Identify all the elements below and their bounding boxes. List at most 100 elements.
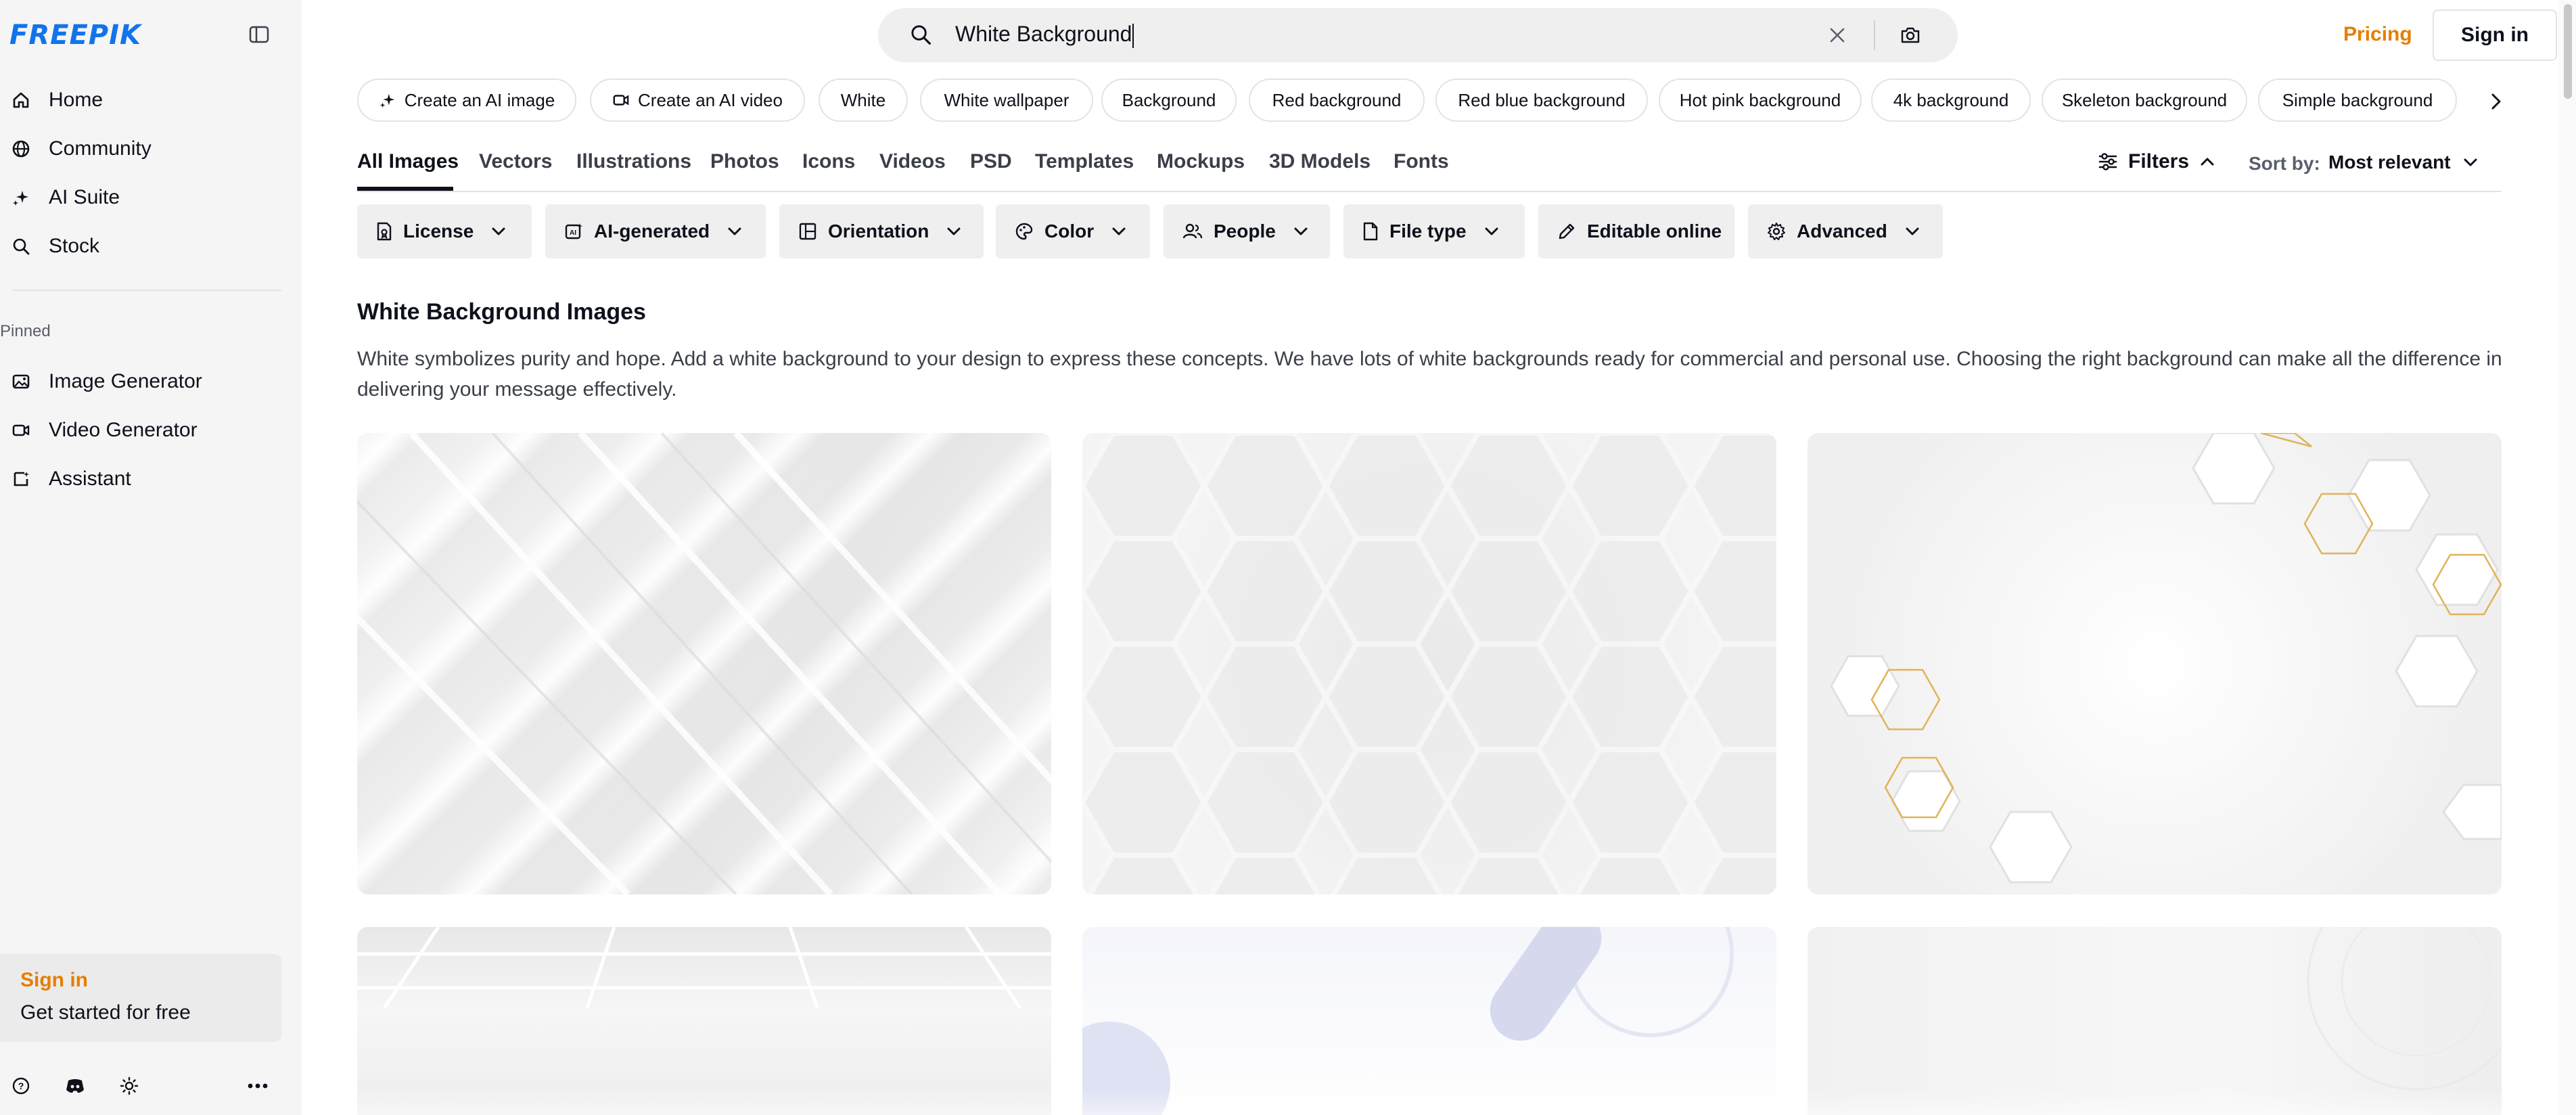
sidebar-item-image-generator[interactable]: Image Generator: [0, 361, 291, 402]
chip-hot-pink-background[interactable]: Hot pink background: [1659, 78, 1862, 122]
orientation-icon: [799, 223, 816, 240]
sign-in-button[interactable]: Sign in: [2433, 9, 2557, 61]
chip-skeleton-background[interactable]: Skeleton background: [2042, 78, 2247, 122]
tab-mockups[interactable]: Mockups: [1157, 150, 1245, 173]
chip-label: 4k background: [1893, 89, 2009, 110]
sidebar-signin-card[interactable]: Sign in Get started for free: [0, 954, 281, 1042]
more-icon[interactable]: [246, 1074, 269, 1097]
sidebar-item-community[interactable]: Community: [0, 129, 291, 169]
sidebar-toggle-button[interactable]: [245, 23, 273, 46]
sort-value: Most relevant: [2328, 152, 2451, 173]
signin-card-subtitle: Get started for free: [20, 1001, 191, 1024]
chip-background[interactable]: Background: [1101, 78, 1237, 122]
scrollbar-thumb[interactable]: [2564, 4, 2572, 99]
sidebar-item-assistant[interactable]: Assistant: [0, 459, 291, 499]
sidebar-item-label: AI Suite: [49, 186, 120, 208]
chip-label: Skeleton background: [2061, 89, 2228, 110]
soft-white-gradient-image: [2307, 927, 2502, 1091]
tab-icons[interactable]: Icons: [802, 150, 855, 173]
sidebar-item-ai-suite[interactable]: AI Suite: [0, 177, 291, 218]
hexagon-pattern-image: [1082, 433, 1776, 894]
filter-label: License: [403, 221, 474, 242]
chip-red-background[interactable]: Red background: [1249, 78, 1425, 122]
sidebar-item-video-generator[interactable]: Video Generator: [0, 410, 291, 451]
pencil-icon: [1559, 223, 1575, 240]
tab-all-images[interactable]: All Images: [357, 150, 459, 173]
assistant-icon: [9, 468, 32, 491]
image-card[interactable]: [1808, 927, 2502, 1115]
pinned-label: Pinned: [0, 322, 51, 340]
tab-fonts[interactable]: Fonts: [1394, 150, 1449, 173]
filter-editable-online[interactable]: Editable online: [1538, 204, 1734, 258]
page-title: White Background Images: [357, 299, 646, 325]
image-card[interactable]: [1808, 433, 2502, 894]
clear-search-icon[interactable]: [1825, 23, 1849, 47]
svg-text:AI: AI: [570, 229, 576, 237]
chevron-right-icon[interactable]: [2483, 88, 2510, 115]
tab-psd[interactable]: PSD: [970, 150, 1012, 173]
sidebar-item-stock[interactable]: Stock: [0, 226, 291, 267]
image-card[interactable]: [1082, 433, 1776, 894]
tab-illustrations[interactable]: Illustrations: [576, 150, 691, 173]
sort-dropdown[interactable]: Most relevant: [2328, 152, 2478, 173]
chip-label: White: [840, 89, 886, 110]
sun-icon[interactable]: [118, 1074, 141, 1097]
gold-hexagon-image: [1830, 433, 2502, 884]
tab-3d-models[interactable]: 3D Models: [1269, 150, 1371, 173]
chip-4k-background[interactable]: 4k background: [1871, 78, 2031, 122]
tab-templates[interactable]: Templates: [1035, 150, 1134, 173]
sidebar-panel-icon: [249, 26, 269, 43]
filter-label: File type: [1389, 221, 1467, 242]
filter-label: Advanced: [1797, 221, 1887, 242]
chip-create-ai-video[interactable]: Create an AI video: [590, 78, 805, 122]
sidebar-footer: ?: [0, 1069, 284, 1103]
filter-color[interactable]: Color: [996, 204, 1150, 258]
sparkle-icon: [380, 93, 394, 108]
sidebar-item-label: Video Generator: [49, 419, 198, 441]
chevron-down-icon: [2464, 158, 2477, 166]
license-icon: [377, 222, 392, 241]
tab-vectors[interactable]: Vectors: [479, 150, 552, 173]
chip-simple-background[interactable]: Simple background: [2258, 78, 2457, 122]
image-card[interactable]: [357, 433, 1051, 894]
chevron-down-icon: [947, 227, 961, 235]
search-input[interactable]: White Background: [955, 22, 1134, 48]
text-caret: [1132, 23, 1134, 48]
chip-label: Red background: [1272, 89, 1402, 110]
sidebar-item-home[interactable]: Home: [0, 80, 291, 120]
chip-white[interactable]: White: [819, 78, 908, 122]
chip-label: Red blue background: [1458, 89, 1626, 110]
chip-label: Background: [1122, 89, 1216, 110]
help-icon[interactable]: ?: [9, 1074, 32, 1097]
filter-file-type[interactable]: File type: [1343, 204, 1525, 258]
filter-label: Orientation: [828, 221, 929, 242]
tab-videos[interactable]: Videos: [879, 150, 946, 173]
filters-button[interactable]: Filters: [2098, 150, 2215, 173]
filter-people[interactable]: People: [1164, 204, 1330, 258]
page-scrollbar[interactable]: [2558, 0, 2576, 1115]
chip-red-blue-background[interactable]: Red blue background: [1435, 78, 1648, 122]
discord-icon[interactable]: [64, 1074, 87, 1097]
freepik-logo[interactable]: FREEPIK: [9, 20, 141, 51]
chip-white-wallpaper[interactable]: White wallpaper: [920, 78, 1093, 122]
logo-text: FREEPIK: [9, 20, 141, 51]
page-description: White symbolizes purity and hope. Add a …: [357, 348, 2502, 401]
filter-label: Color: [1044, 221, 1095, 242]
filter-orientation[interactable]: Orientation: [779, 204, 984, 258]
camera-icon[interactable]: [1898, 23, 1923, 47]
palette-icon: [1015, 223, 1033, 240]
filter-advanced[interactable]: Advanced: [1748, 204, 1943, 258]
sidebar-item-label: Assistant: [49, 468, 131, 490]
image-card[interactable]: [1082, 927, 1776, 1115]
signin-card-title[interactable]: Sign in: [20, 969, 261, 992]
chevron-down-icon: [1294, 227, 1308, 235]
filter-ai-generated[interactable]: AI AI-generated: [545, 204, 766, 258]
tab-photos[interactable]: Photos: [710, 150, 779, 173]
chip-create-ai-image[interactable]: Create an AI image: [357, 78, 576, 122]
search-icon: [9, 235, 32, 258]
pricing-link[interactable]: Pricing: [2343, 23, 2412, 46]
filter-license[interactable]: License: [357, 204, 532, 258]
sidebar-item-label: Stock: [49, 235, 100, 257]
search-bar[interactable]: White Background: [878, 8, 1958, 62]
image-card[interactable]: [357, 927, 1051, 1115]
